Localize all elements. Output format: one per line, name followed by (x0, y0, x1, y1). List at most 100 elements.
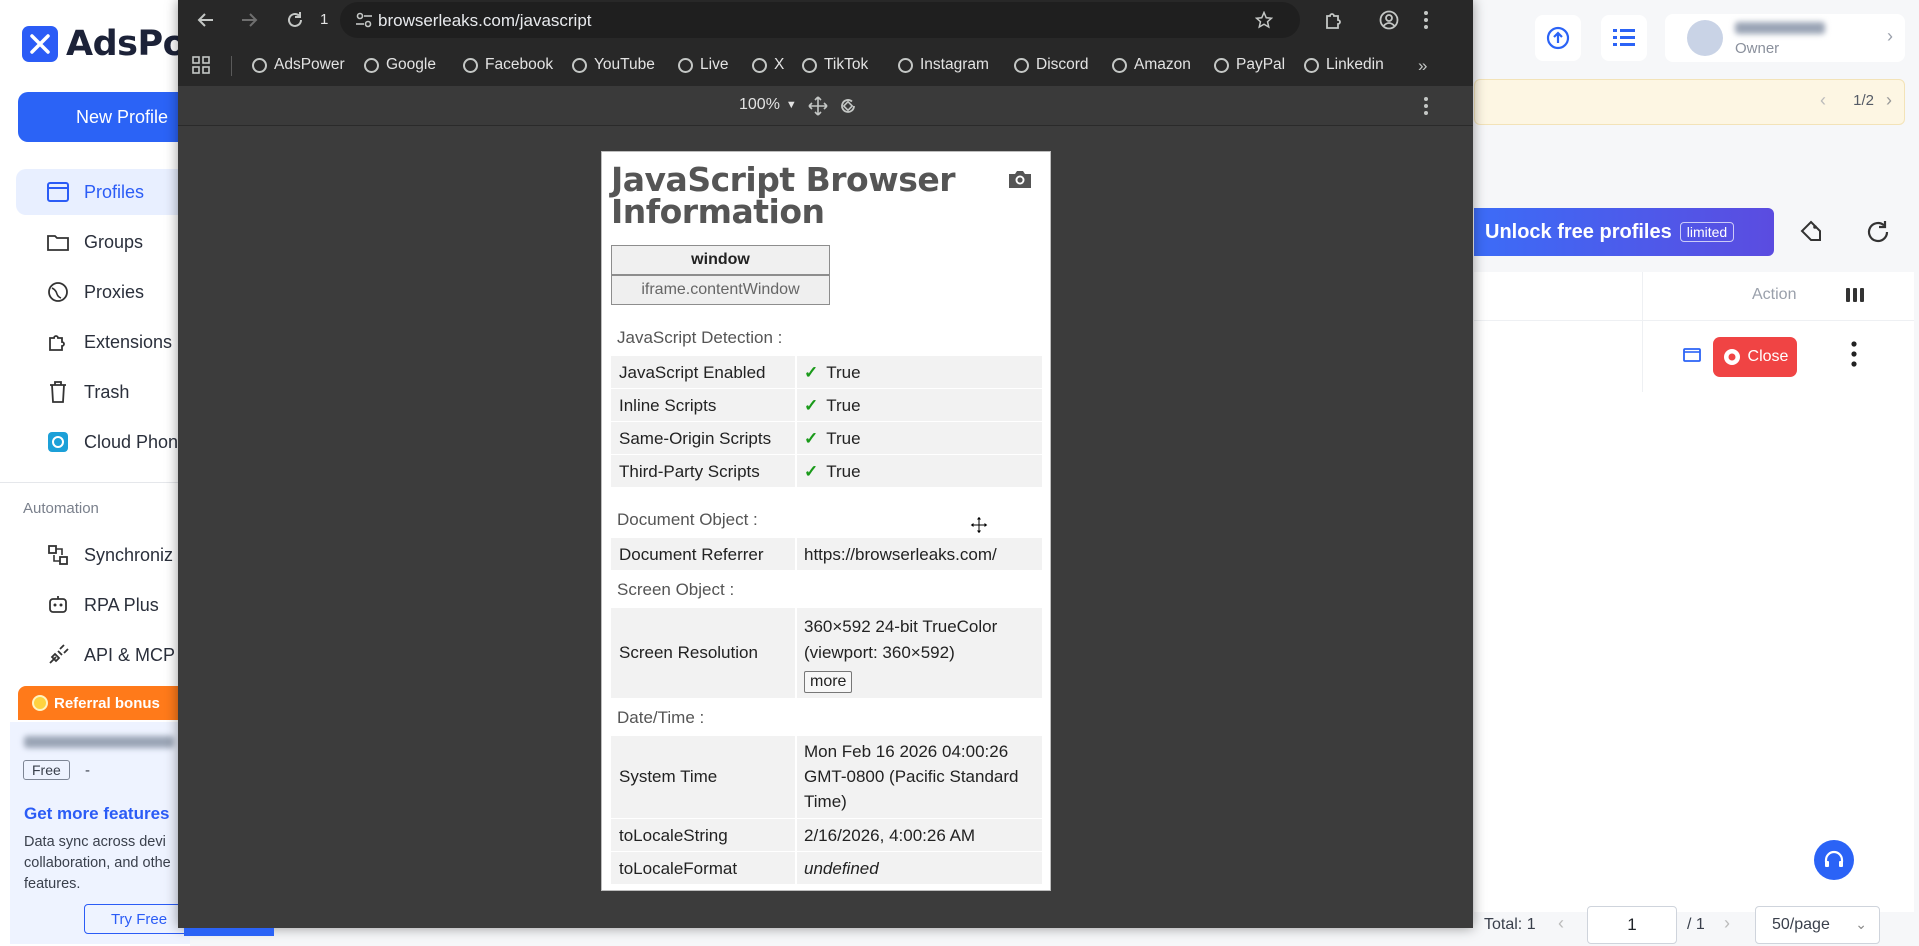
help-chat-button[interactable] (1814, 840, 1854, 880)
notice-page-indicator: 1/2 (1853, 92, 1874, 109)
bookmark-label: X (774, 56, 785, 73)
window-icon[interactable] (1683, 347, 1701, 368)
bookmark-label: Amazon (1134, 56, 1191, 73)
new-profile-button[interactable]: New Profile (18, 92, 190, 142)
document-object-label: Document Object : (617, 510, 758, 529)
header-divider (1474, 320, 1914, 321)
tag-icon[interactable] (1798, 218, 1824, 249)
bookmark-amazon[interactable]: Amazon (1112, 56, 1191, 74)
column-divider (1642, 272, 1643, 392)
extensions-icon[interactable] (1320, 6, 1348, 34)
bookmark-linkedin[interactable]: Linkedin (1304, 56, 1384, 74)
more-bookmarks-icon[interactable]: » (1418, 56, 1427, 76)
chevron-down-icon: ⌄ (1855, 916, 1867, 932)
bookmark-instagram[interactable]: Instagram (898, 56, 989, 74)
column-settings-icon[interactable] (1845, 286, 1865, 309)
row-key: Screen Resolution (619, 643, 758, 662)
bookmark-google[interactable]: Google (364, 56, 436, 74)
site-info-icon[interactable] (350, 6, 378, 34)
sidebar-item-extensions[interactable]: Extensions (16, 319, 190, 365)
more-button[interactable]: more (804, 671, 853, 693)
row-separator (795, 538, 797, 570)
bookmark-paypal[interactable]: PayPal (1214, 56, 1285, 74)
screen-object-label: Screen Object : (617, 580, 735, 599)
sidebar-item-label: RPA Plus (84, 594, 159, 615)
next-page-icon[interactable]: › (1724, 913, 1730, 934)
bookmark-x[interactable]: X (752, 56, 784, 74)
bookmark-star-icon[interactable] (1250, 6, 1278, 34)
headset-icon (1824, 850, 1844, 867)
move-icon[interactable] (804, 92, 832, 120)
globe-icon (1304, 57, 1319, 73)
url-text[interactable]: browserleaks.com/javascript (378, 11, 592, 31)
chevron-left-icon[interactable]: ‹ (1820, 90, 1826, 111)
back-icon[interactable] (192, 6, 220, 34)
puzzle-icon (46, 330, 70, 354)
sidebar-item-synchronizer[interactable]: Synchroniz (16, 532, 190, 578)
sidebar-item-label: Proxies (84, 281, 145, 302)
bookmark-label: PayPal (1236, 56, 1286, 73)
forward-icon[interactable] (235, 6, 263, 34)
bookmark-adspower[interactable]: AdsPower (252, 56, 345, 74)
datetime-label: Date/Time : (617, 708, 705, 727)
row-value: undefined (804, 859, 879, 878)
profile-icon[interactable] (1375, 6, 1403, 34)
browser-window: 1 browserleaks.com/javascript AdsPower G… (178, 0, 1473, 928)
apps-grid-icon[interactable] (187, 51, 215, 79)
bookmark-discord[interactable]: Discord (1014, 56, 1089, 74)
tab-window[interactable]: window (611, 245, 830, 275)
unlock-free-profiles-button[interactable]: Unlock free profiles limited (1474, 208, 1774, 256)
sidebar-item-rpa-plus[interactable]: RPA Plus (16, 582, 190, 628)
page-number-input[interactable]: 1 (1587, 906, 1677, 944)
bookmark-facebook[interactable]: Facebook (463, 56, 553, 74)
sidebar-item-label: Synchroniz (84, 544, 174, 565)
viewer-menu-icon[interactable] (1412, 92, 1440, 120)
sidebar: AdsPo New Profile Profiles Groups Proxie… (0, 0, 194, 946)
table-row: toLocaleFormat undefined (611, 852, 1042, 884)
profiles-table (1474, 272, 1914, 912)
row-value: Mon Feb 16 2026 04:00:26 GMT-0800 (Pacif… (804, 742, 1019, 811)
row-separator (795, 852, 797, 884)
owner-account-box[interactable]: Owner › (1665, 14, 1905, 62)
sidebar-item-groups[interactable]: Groups (16, 219, 190, 265)
referral-bonus-banner[interactable]: Referral bonus (18, 686, 190, 720)
cloud-phone-icon (46, 430, 70, 454)
tab-count[interactable]: 1 (320, 11, 328, 28)
sidebar-item-trash[interactable]: Trash (16, 369, 190, 415)
sidebar-item-cloud-phone[interactable]: Cloud Phon (16, 419, 190, 465)
row-value-text: True (826, 462, 861, 481)
page-size-select[interactable]: 50/page ⌄ (1755, 906, 1880, 944)
bookmark-live[interactable]: Live (678, 56, 728, 74)
row-key: Third-Party Scripts (619, 462, 760, 481)
sidebar-item-profiles[interactable]: Profiles (16, 169, 190, 215)
prev-page-icon[interactable]: ‹ (1558, 913, 1564, 934)
refresh-icon[interactable] (1864, 218, 1892, 251)
more-vertical-icon[interactable] (1850, 340, 1860, 370)
row-key: JavaScript Enabled (619, 363, 766, 382)
bookmark-youtube[interactable]: YouTube (572, 56, 655, 74)
row-separator (795, 819, 797, 851)
reload-icon[interactable] (281, 6, 309, 34)
sidebar-item-label: Groups (84, 231, 144, 252)
address-bar[interactable]: browserleaks.com/javascript (340, 2, 1300, 38)
close-profile-button[interactable]: Close (1713, 337, 1797, 377)
sidebar-item-label: Cloud Phon (84, 431, 179, 452)
chrome-menu-icon[interactable] (1412, 6, 1440, 34)
camera-icon[interactable] (1007, 168, 1033, 195)
owner-role: Owner (1735, 40, 1780, 57)
sidebar-item-proxies[interactable]: Proxies (16, 269, 190, 315)
sidebar-item-api-mcp[interactable]: API & MCP (16, 632, 190, 678)
bookmark-tiktok[interactable]: TikTok (802, 56, 868, 74)
task-list-icon[interactable] (1601, 15, 1647, 61)
globe-icon (1214, 57, 1229, 73)
unlock-label: Unlock free profiles (1485, 220, 1672, 243)
chevron-right-icon[interactable]: › (1886, 90, 1892, 111)
table-row: JavaScript Enabled ✓ True (611, 356, 1042, 388)
rotate-icon[interactable] (834, 92, 862, 120)
table-row: System Time Mon Feb 16 2026 04:00:26 GMT… (611, 736, 1042, 818)
upload-sync-icon[interactable] (1535, 15, 1581, 61)
sidebar-item-label: Trash (84, 381, 130, 402)
get-more-features-desc: Data sync across devi collaboration, and… (24, 834, 171, 892)
zoom-select[interactable]: 100% ▼ (739, 96, 797, 114)
tab-iframe-contentwindow[interactable]: iframe.contentWindow (611, 275, 830, 305)
